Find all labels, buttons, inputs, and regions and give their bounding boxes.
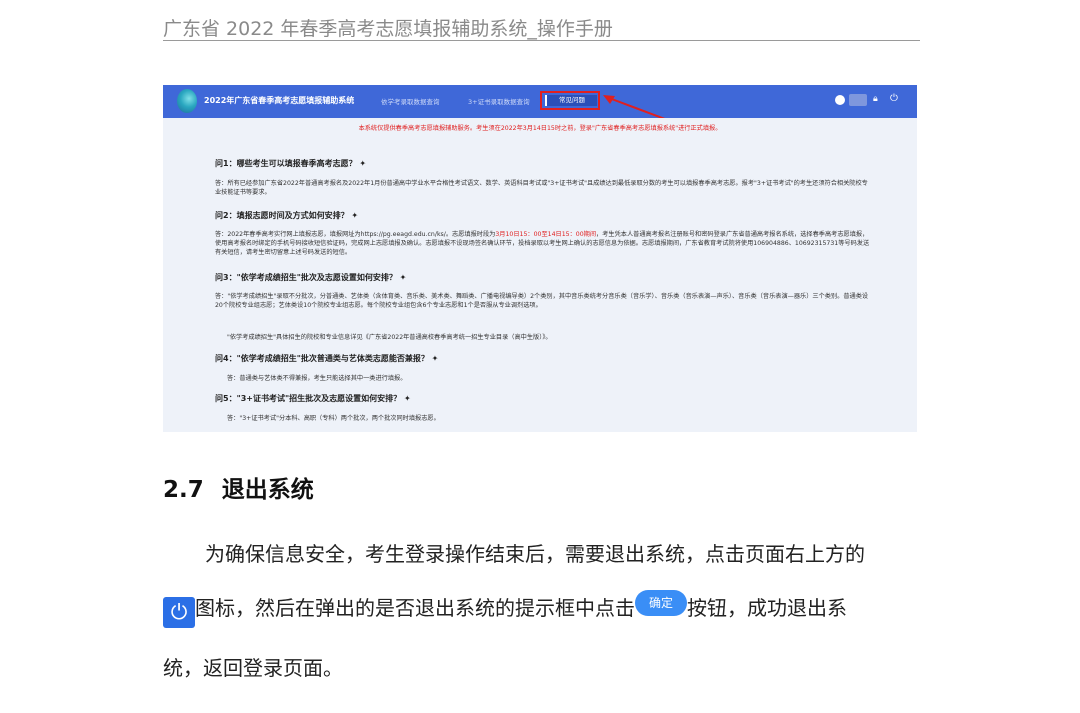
power-icon[interactable]: ⏻ bbox=[890, 93, 898, 104]
faq-answer-2-part-1: 答：2022年春季高考实行网上填报志愿，填报网址为https://pg.eeag… bbox=[215, 231, 496, 238]
faq-content: 本系统仅提供春季高考志愿填报辅助服务。考生须在2022年3月14日15时之前，登… bbox=[163, 118, 917, 432]
paragraph-line-1: 为确保信息安全，考生登录操作结束后，需要退出系统，点击页面右上方的 bbox=[205, 542, 865, 566]
faq-answer-4: 答：普通类与艺体类不得兼报，考生只能选择其中一类进行填报。 bbox=[227, 375, 407, 382]
document-header: 广东省 2022 年春季高考志愿填报辅助系统_操作手册 bbox=[163, 12, 920, 41]
paragraph-line-2: ⏻ 图标，然后在弹出的是否退出系统的提示框中点击 确定 按钮，成功退出系 bbox=[163, 590, 847, 628]
nav-item-faq[interactable]: 常见问题 bbox=[545, 95, 597, 106]
paragraph-line-2-b: 按钮，成功退出系 bbox=[687, 596, 847, 620]
app-top-bar: 2022年广东省春季高考志愿填报辅助系统 依学考录取数据查询 3+证书录取数据查… bbox=[163, 85, 917, 123]
faq-answer-2: 答：2022年春季高考实行网上填报志愿，填报网址为https://pg.eeag… bbox=[215, 230, 870, 257]
embedded-screenshot: 2022年广东省春季高考志愿填报辅助系统 依学考录取数据查询 3+证书录取数据查… bbox=[163, 85, 917, 432]
faq-answer-2-highlight: 3月10日15：00至14日15：00期间 bbox=[495, 231, 597, 238]
faq-answer-5: 答："3+证书考试"分本科、高职（专科）两个批次，两个批次同时填报志愿。 bbox=[227, 415, 440, 422]
faq-question-2: 问2：填报志愿时间及方式如何安排？ ✦ bbox=[215, 211, 359, 220]
nav-item-faq-highlight[interactable]: 常见问题 bbox=[540, 91, 600, 110]
nav-item-certificate-query[interactable]: 3+证书录取数据查询 bbox=[468, 96, 530, 106]
user-icon[interactable] bbox=[835, 95, 845, 105]
app-logo-icon bbox=[177, 89, 197, 113]
document-header-title: 广东省 2022 年春季高考志愿填报辅助系统_操作手册 bbox=[163, 18, 613, 40]
section-heading: 2.7 退出系统 bbox=[163, 470, 314, 504]
confirm-button-image: 确定 bbox=[635, 590, 687, 616]
faq-answer-3-note: "依学考成绩招生"具体招生的院校和专业信息详见《广东省2022年普通高校春季高考… bbox=[227, 334, 552, 341]
power-icon: ⏻ bbox=[163, 597, 195, 628]
faq-question-3: 问3："依学考成绩招生"批次及志愿设置如何安排？ ✦ bbox=[215, 273, 407, 282]
section-title: 退出系统 bbox=[221, 477, 314, 503]
faq-question-4: 问4："依学考成绩招生"批次普通类与艺体类志愿能否兼报？ ✦ bbox=[215, 354, 439, 363]
paragraph-line-3: 统，返回登录页面。 bbox=[163, 656, 343, 680]
notice-text: 本系统仅提供春季高考志愿填报辅助服务。考生须在2022年3月14日15时之前，登… bbox=[358, 125, 722, 132]
faq-answer-1: 答：所有已经参加广东省2022年普通高考报名及2022年1月份普通高中学业水平合… bbox=[215, 180, 868, 196]
lock-icon[interactable]: 🔒︎ bbox=[873, 94, 878, 104]
faq-question-5: 问5："3+证书考试"招生批次及志愿设置如何安排？ ✦ bbox=[215, 394, 411, 403]
section-number: 2.7 bbox=[163, 477, 204, 503]
faq-question-1: 问1：哪些考生可以填报春季高考志愿？ ✦ bbox=[215, 159, 367, 168]
user-name-redacted bbox=[849, 94, 867, 106]
faq-answer-3: 答："依学考成绩招生"录取不分批次，分普通类、艺体类（含体育类、音乐类、美术类、… bbox=[215, 293, 869, 309]
app-title: 2022年广东省春季高考志愿填报辅助系统 bbox=[204, 96, 355, 105]
nav-item-xuekao-query[interactable]: 依学考录取数据查询 bbox=[381, 96, 440, 106]
paragraph-line-2-a: 图标，然后在弹出的是否退出系统的提示框中点击 bbox=[195, 596, 635, 620]
